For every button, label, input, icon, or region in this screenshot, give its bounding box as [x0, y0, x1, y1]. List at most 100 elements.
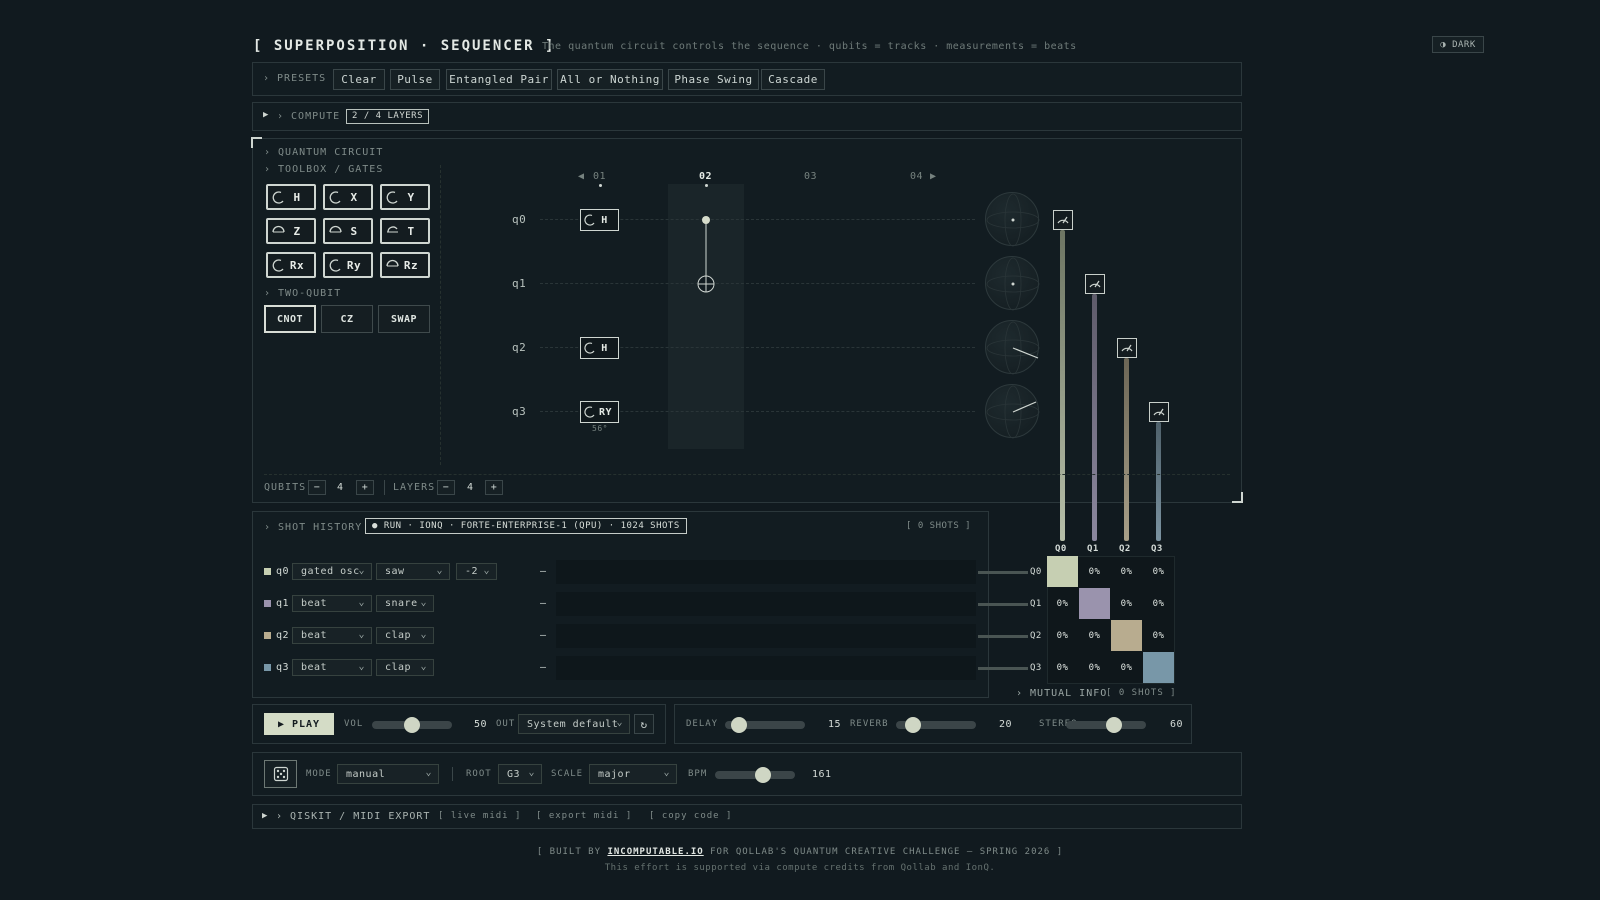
root-select[interactable]: G3 ⌄ — [498, 764, 542, 784]
preset-cascade-button[interactable]: Cascade — [761, 69, 825, 90]
qubits-decrement-button[interactable]: − — [308, 480, 326, 495]
measurement-beam-q0 — [1060, 230, 1065, 541]
layers-increment-button[interactable]: + — [485, 480, 503, 495]
track-q1-instrument-select[interactable]: beat ⌄ — [292, 595, 372, 612]
presets-label: › PRESETS — [263, 73, 327, 84]
theme-toggle-button[interactable]: ◑ DARK — [1432, 36, 1484, 53]
export-midi-link[interactable]: [ export midi ] — [536, 811, 632, 821]
layers-label: LAYERS — [393, 482, 436, 493]
qubits-increment-button[interactable]: + — [356, 480, 374, 495]
bpm-label: BPM — [688, 769, 708, 779]
scale-select[interactable]: major ⌄ — [589, 764, 677, 784]
track-arrow — [978, 667, 1028, 670]
slider-thumb[interactable] — [1106, 717, 1122, 733]
delay-value: 15 — [828, 719, 842, 730]
bloch-sphere-q3 — [985, 384, 1040, 439]
track-q1-sound-select[interactable]: snare ⌄ — [376, 595, 434, 612]
track-q2-sound-select[interactable]: clap ⌄ — [376, 627, 434, 644]
track-q2-instrument-select[interactable]: beat ⌄ — [292, 627, 372, 644]
stereo-value: 60 — [1170, 719, 1184, 730]
matrix-cell: 0% — [1056, 662, 1069, 673]
column-header-02[interactable]: 02 — [699, 171, 712, 182]
track-q0-octave-select[interactable]: -2 ⌄ — [456, 563, 497, 580]
matrix-cell: 0% — [1056, 630, 1069, 641]
measure-icon-q1[interactable] — [1085, 274, 1105, 294]
track-name: q2 — [276, 630, 290, 641]
stereo-slider[interactable] — [1066, 717, 1146, 733]
gate-rx-button[interactable]: Rx — [266, 252, 316, 278]
gate-s-button[interactable]: S — [323, 218, 373, 244]
slider-thumb[interactable] — [731, 717, 747, 733]
column-prev-arrow[interactable]: ◀ — [578, 171, 585, 182]
gate-cz-button[interactable]: CZ — [321, 305, 373, 333]
column-header-03[interactable]: 03 — [804, 171, 817, 182]
delay-slider[interactable] — [725, 717, 805, 733]
placed-gate-q3-ry[interactable]: RY — [580, 401, 619, 423]
column-header-01[interactable]: 01 — [593, 171, 606, 182]
live-midi-link[interactable]: [ live midi ] — [438, 811, 521, 821]
track-q0-sound-select[interactable]: saw ⌄ — [376, 563, 450, 580]
bpm-slider[interactable] — [715, 767, 795, 783]
mode-select[interactable]: manual ⌄ — [337, 764, 439, 784]
measure-icon-q2[interactable] — [1117, 338, 1137, 358]
layers-decrement-button[interactable]: − — [437, 480, 455, 495]
gate-t-button[interactable]: T — [380, 218, 430, 244]
chevron-down-icon: ⌄ — [358, 597, 365, 608]
track-output-label: Q3 — [1030, 663, 1042, 673]
slider-thumb[interactable] — [905, 717, 921, 733]
column-header-04[interactable]: 04 — [910, 171, 923, 182]
placed-gate-q0-h[interactable]: H — [580, 209, 619, 231]
gate-label: Ry — [346, 258, 362, 272]
preset-all-or-nothing-button[interactable]: All or Nothing — [557, 69, 663, 90]
gate-ry-button[interactable]: Ry — [323, 252, 373, 278]
refresh-devices-button[interactable]: ↻ — [634, 714, 654, 734]
play-button[interactable]: ▶ PLAY — [264, 713, 334, 735]
gate-label: Rz — [403, 258, 419, 272]
gate-z-button[interactable]: Z — [266, 218, 316, 244]
measure-icon-q3[interactable] — [1149, 402, 1169, 422]
slider-thumb[interactable] — [404, 717, 420, 733]
preset-phase-swing-button[interactable]: Phase Swing — [668, 69, 759, 90]
slider-thumb[interactable] — [755, 767, 771, 783]
track-q3-sound-select[interactable]: clap ⌄ — [376, 659, 434, 676]
gate-rz-button[interactable]: Rz — [380, 252, 430, 278]
preset-pulse-button[interactable]: Pulse — [390, 69, 440, 90]
export-toggle-icon[interactable]: ▶ — [262, 811, 268, 821]
copy-code-link[interactable]: [ copy code ] — [649, 811, 732, 821]
rotation-icon — [272, 191, 284, 204]
gate-h-button[interactable]: H — [266, 184, 316, 210]
settings-separator — [452, 767, 453, 781]
mutual-info-shots: [ 0 SHOTS ] — [1106, 688, 1177, 698]
gate-swap-button[interactable]: SWAP — [378, 305, 430, 333]
output-device-select[interactable]: System default ⌄ — [518, 714, 630, 734]
randomize-button[interactable] — [264, 760, 297, 788]
track-arrow — [978, 603, 1028, 606]
qubit-label-q1: q1 — [512, 277, 527, 290]
track-q0-instrument-select[interactable]: gated osc ⌄ — [292, 563, 372, 580]
chevron-down-icon: ⌄ — [420, 629, 427, 640]
gate-y-button[interactable]: Y — [380, 184, 430, 210]
reverb-slider[interactable] — [896, 717, 976, 733]
phase-icon — [387, 226, 398, 233]
gate-cnot-button[interactable]: CNOT — [264, 305, 316, 333]
column-next-arrow[interactable]: ▶ — [930, 171, 937, 182]
gate-x-button[interactable]: X — [323, 184, 373, 210]
rotation-icon — [584, 214, 595, 226]
footer-credit: [ BUILT BY INCOMPUTABLE.IO FOR QOLLAB'S … — [0, 847, 1600, 857]
volume-slider[interactable] — [372, 717, 452, 733]
rotation-icon — [584, 406, 595, 418]
preset-clear-button[interactable]: Clear — [333, 69, 385, 90]
compute-toggle-icon[interactable]: ▶ — [263, 110, 269, 120]
measure-icon-q0[interactable] — [1053, 210, 1073, 230]
track-output-label: Q1 — [1030, 599, 1042, 609]
preset-entangled-pair-button[interactable]: Entangled Pair — [446, 69, 552, 90]
placed-gate-q2-h[interactable]: H — [580, 337, 619, 359]
compute-bar[interactable]: ▶ › COMPUTE 2 / 4 LAYERS — [252, 102, 1242, 131]
volume-label: VOL — [344, 719, 364, 729]
footer-link[interactable]: INCOMPUTABLE.IO — [607, 847, 703, 857]
toolbox-label: › TOOLBOX / GATES — [264, 164, 384, 175]
track-q3-instrument-select[interactable]: beat ⌄ — [292, 659, 372, 676]
gate-label: S — [350, 224, 358, 238]
qubits-count: 4 — [337, 482, 344, 493]
chevron-down-icon: ⌄ — [420, 661, 427, 672]
